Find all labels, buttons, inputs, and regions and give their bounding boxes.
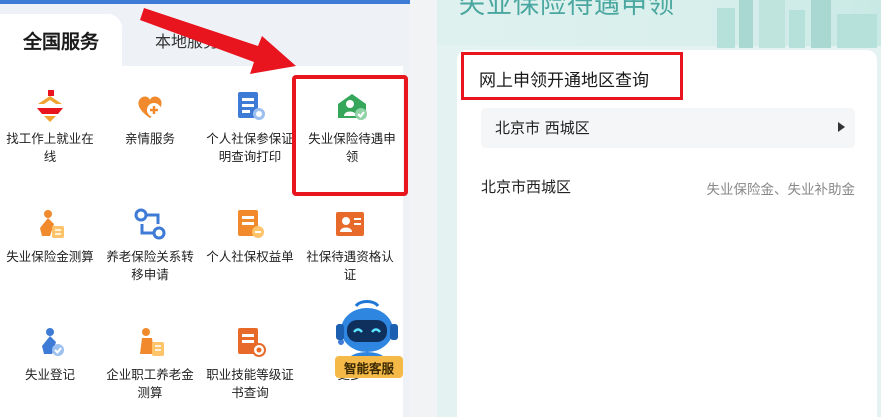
- page-title: 失业保险待遇申领: [459, 0, 676, 20]
- service-qualification-cert[interactable]: 社保待遇资格认证: [300, 206, 400, 284]
- service-label: 找工作上就业在线: [6, 131, 94, 164]
- service-rights-statement[interactable]: 个人社保权益单: [200, 206, 300, 266]
- service-pension-calculation[interactable]: 企业职工养老金测算: [100, 324, 200, 402]
- result-benefit-types: 失业保险金、失业补助金: [706, 182, 856, 198]
- job-search-icon: [37, 90, 63, 122]
- building-decoration: [789, 10, 805, 48]
- service-label: 失业登记: [24, 367, 75, 382]
- tab-national-services[interactable]: 全国服务: [0, 14, 122, 66]
- service-insurance-certificate[interactable]: 个人社保参保证明查询打印: [200, 88, 300, 166]
- result-region: 北京市西城区: [481, 178, 572, 196]
- service-benefit-calculation[interactable]: 失业保险金测算: [0, 206, 100, 266]
- building-decoration: [811, 0, 831, 48]
- service-label: 企业职工养老金测算: [106, 367, 194, 400]
- highlight-box: [292, 75, 408, 196]
- building-decoration: [759, 0, 785, 48]
- query-title: 网上申领开通地区查询: [479, 71, 649, 91]
- rights-document-icon: [238, 210, 264, 238]
- service-pension-transfer[interactable]: 养老保险关系转移申请: [100, 206, 200, 284]
- certificate-print-icon: [238, 92, 265, 120]
- chatbot-label[interactable]: 智能客服: [335, 356, 403, 378]
- region-select-value: 北京市 西城区: [495, 119, 590, 137]
- building-decoration: [717, 8, 735, 48]
- service-family[interactable]: 亲情服务: [100, 88, 200, 148]
- red-arrow-icon: [140, 8, 296, 74]
- service-label: 失业保险金测算: [6, 249, 94, 264]
- calculator-person-icon: [40, 210, 64, 238]
- service-label: 个人社保参保证明查询打印: [206, 131, 294, 164]
- pension-calc-icon: [140, 328, 164, 356]
- service-skill-certificate[interactable]: 职业技能等级证书查询: [200, 324, 300, 402]
- service-label: 个人社保权益单: [206, 249, 294, 264]
- service-label: 养老保险关系转移申请: [106, 249, 194, 282]
- qualification-cert-icon: [336, 212, 364, 236]
- region-select[interactable]: 北京市 西城区: [481, 108, 855, 148]
- register-person-icon: [42, 328, 64, 356]
- heart-hands-icon: [138, 96, 162, 118]
- result-row: 北京市西城区 失业保险金、失业补助金: [481, 172, 855, 202]
- region-query-card: 网上申领开通地区查询 北京市 西城区 北京市西城区 失业保险金、失业补助金: [457, 50, 877, 417]
- caret-right-icon: [838, 122, 845, 132]
- service-label: 亲情服务: [124, 131, 175, 146]
- transfer-icon: [134, 208, 166, 240]
- building-decoration: [837, 14, 877, 48]
- national-services-screen: 全国服务 本地服务 找工作上就业在线 亲情服务 个人社保参保证明查询打印 失业保…: [0, 0, 410, 417]
- service-job-search[interactable]: 找工作上就业在线: [0, 88, 100, 166]
- service-unemployment-register[interactable]: 失业登记: [0, 324, 100, 384]
- service-label: 社保待遇资格认证: [306, 249, 394, 282]
- building-decoration: [739, 0, 753, 48]
- skill-certificate-icon: [238, 328, 266, 357]
- unemployment-claim-screen: 失业保险待遇申领 网上申领开通地区查询 北京市 西城区 北京市西城区 失业保险金…: [437, 0, 881, 417]
- service-label: 职业技能等级证书查询: [206, 367, 294, 400]
